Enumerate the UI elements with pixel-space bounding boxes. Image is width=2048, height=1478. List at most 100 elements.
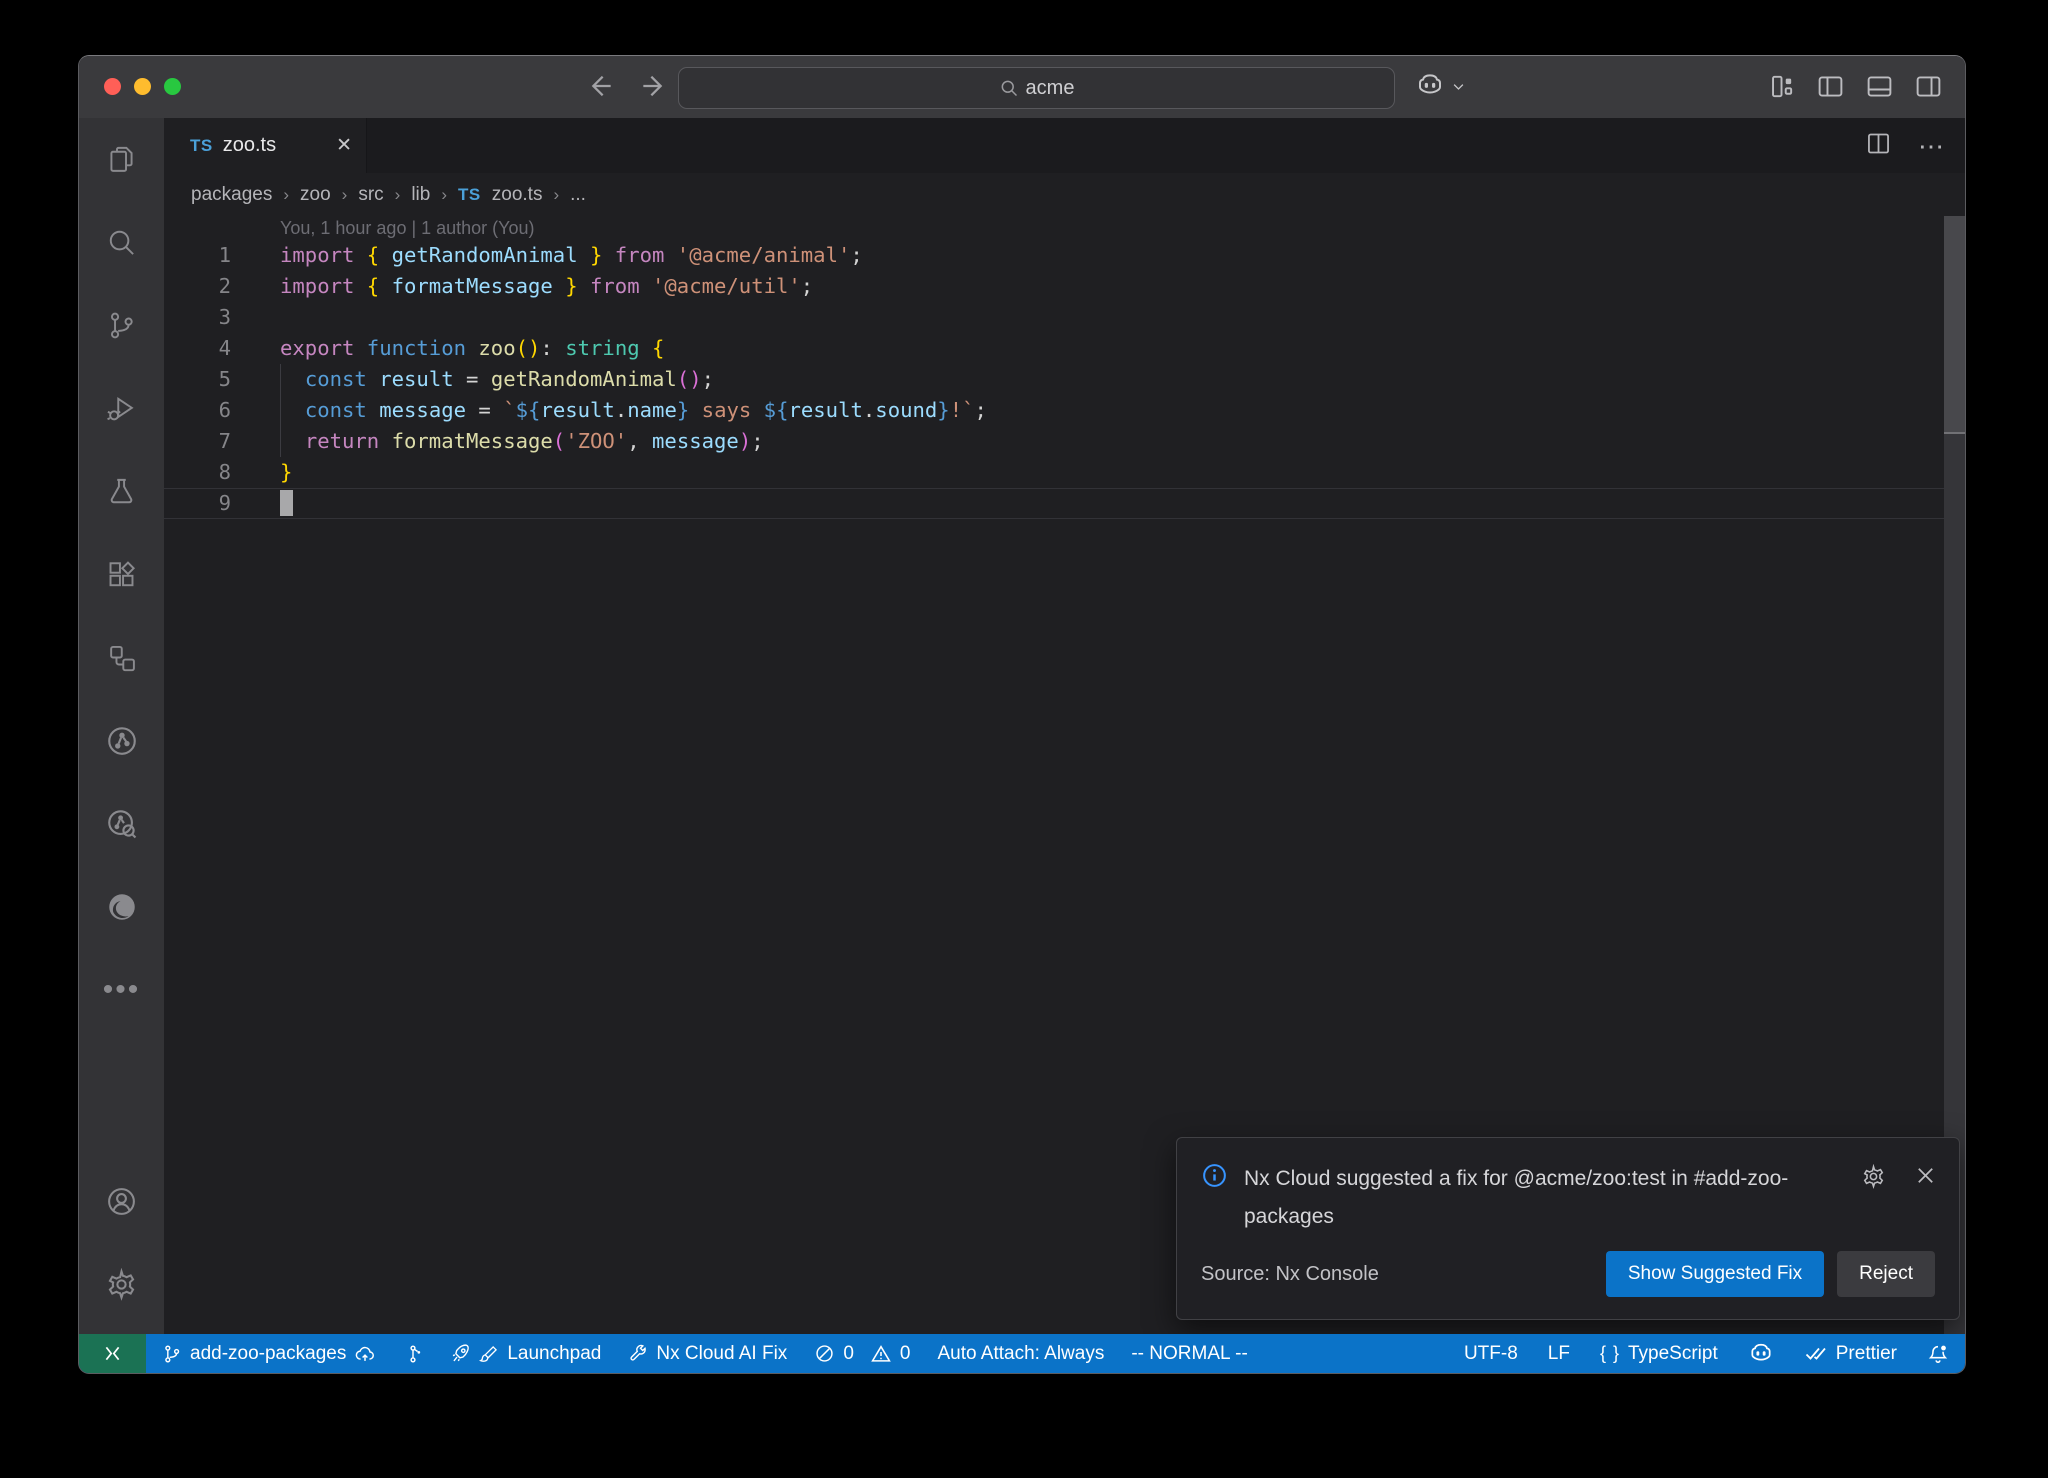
braces-icon: { } [1600,1343,1620,1364]
line-number: 2 [164,271,231,302]
search-sidebar-icon[interactable] [79,201,164,284]
language-label: TypeScript [1628,1343,1718,1365]
breadcrumb-item[interactable]: src [358,184,383,206]
reject-button[interactable]: Reject [1837,1251,1935,1297]
eol-item[interactable]: LF [1548,1343,1570,1365]
source-control-icon[interactable] [79,284,164,367]
errors-icon [814,1343,835,1364]
rocket-icon [450,1343,471,1364]
paintbrush-icon [479,1344,499,1364]
notifications-bell-item[interactable] [1927,1343,1949,1365]
launchpad-item[interactable]: Launchpad [450,1343,601,1365]
auto-attach-item[interactable]: Auto Attach: Always [937,1343,1104,1365]
git-branch-icon [162,1344,182,1364]
breadcrumb-file[interactable]: zoo.ts [492,184,543,206]
warnings-icon [870,1343,892,1365]
show-suggested-fix-button[interactable]: Show Suggested Fix [1606,1251,1824,1297]
chevron-right-icon: › [283,185,289,205]
activity-bar: ••• [79,118,164,1336]
back-arrow-icon[interactable] [584,70,616,102]
tab-zoo-ts[interactable]: TS zoo.ts ✕ [164,118,367,173]
status-bar: add-zoo-packages Launchpad Nx Cloud AI F… [79,1334,1965,1373]
vim-mode-item[interactable]: -- NORMAL -- [1131,1343,1247,1365]
breadcrumb-overflow[interactable]: ... [570,184,586,206]
line-number: 3 [164,302,231,333]
code-line-3: 3 [164,302,1966,333]
wrench-icon [628,1344,648,1364]
traffic-lights [104,78,181,95]
split-editor-icon[interactable] [1865,130,1892,162]
search-icon [999,78,1019,98]
line-number: 6 [164,395,231,426]
breadcrumb-item[interactable]: zoo [300,184,331,206]
toggle-primary-sidebar-icon[interactable] [1816,72,1845,101]
chevron-right-icon: › [342,185,348,205]
notification-close-icon[interactable] [1914,1164,1937,1194]
encoding-item[interactable]: UTF-8 [1464,1343,1518,1365]
account-icon[interactable] [79,1160,164,1243]
copilot-menu[interactable] [1415,71,1466,106]
info-icon [1201,1162,1228,1236]
run-debug-icon[interactable] [79,367,164,450]
more-views-icon[interactable]: ••• [79,948,164,1031]
typescript-file-icon: TS [458,185,481,205]
remote-indicator[interactable] [79,1334,146,1373]
testing-icon[interactable] [79,450,164,533]
settings-gear-icon[interactable] [79,1243,164,1326]
git-branch-item[interactable]: add-zoo-packages [162,1343,376,1365]
double-check-icon [1804,1342,1828,1366]
code-line-2: 2 import { formatMessage } from '@acme/u… [164,271,1966,302]
command-center-search[interactable]: acme [678,67,1395,109]
edge-browser-icon[interactable] [79,865,164,948]
toggle-panel-icon[interactable] [1865,72,1894,101]
close-window-button[interactable] [104,78,121,95]
breadcrumb-item[interactable]: lib [411,184,430,206]
notification-toast: Nx Cloud suggested a fix for @acme/zoo:t… [1176,1137,1960,1320]
typescript-file-icon: TS [190,136,213,156]
notification-settings-gear-icon[interactable] [1861,1164,1886,1194]
chevron-right-icon: › [441,185,447,205]
code-line-8: 8 } [164,457,1966,488]
line-number: 7 [164,426,231,457]
source-control-graph-item[interactable] [403,1344,423,1364]
line-number: 4 [164,333,231,364]
extensions-icon[interactable] [79,533,164,616]
chevron-right-icon: › [395,185,401,205]
code-line-5: 5 const result = getRandomAnimal(); [164,364,1966,395]
notification-message: Nx Cloud suggested a fix for @acme/zoo:t… [1244,1160,1856,1236]
copilot-status-item[interactable] [1748,1341,1774,1367]
tab-close-icon[interactable]: ✕ [336,134,352,157]
copilot-icon [1415,71,1445,106]
code-line-6: 6 const message = `${result.name} says $… [164,395,1966,426]
formatter-item[interactable]: Prettier [1804,1342,1897,1366]
explorer-icon[interactable] [79,118,164,201]
customize-layout-icon[interactable] [1767,72,1796,101]
bell-dot-icon [1927,1343,1949,1365]
warning-count: 0 [900,1343,911,1365]
toggle-secondary-sidebar-icon[interactable] [1914,72,1943,101]
chevron-right-icon: › [553,185,559,205]
scrollbar-thumb[interactable] [1944,216,1966,434]
remote-icon [102,1343,123,1364]
tab-bar: TS zoo.ts ✕ ⋯ [164,118,1966,173]
text-cursor [280,490,293,516]
formatter-label: Prettier [1836,1343,1897,1365]
nx-console-icon[interactable] [79,616,164,699]
breadcrumb-item[interactable]: packages [191,184,272,206]
nx-project-graph-icon[interactable] [79,699,164,782]
tab-label: zoo.ts [223,134,326,157]
launchpad-label: Launchpad [507,1343,601,1365]
code-line-1: 1 import { getRandomAnimal } from '@acme… [164,240,1966,271]
line-number: 5 [164,364,231,395]
forward-arrow-icon[interactable] [638,70,670,102]
zoom-window-button[interactable] [164,78,181,95]
breadcrumb: packages › zoo › src › lib › TS zoo.ts ›… [164,173,1966,216]
nx-cloud-ai-fix-item[interactable]: Nx Cloud AI Fix [628,1343,787,1365]
language-mode-item[interactable]: { } TypeScript [1600,1343,1718,1365]
branch-name: add-zoo-packages [190,1343,346,1365]
line-number: 1 [164,240,231,271]
minimize-window-button[interactable] [134,78,151,95]
nx-project-details-icon[interactable] [79,782,164,865]
line-number: 8 [164,457,231,488]
problems-item[interactable]: 0 0 [814,1343,910,1365]
